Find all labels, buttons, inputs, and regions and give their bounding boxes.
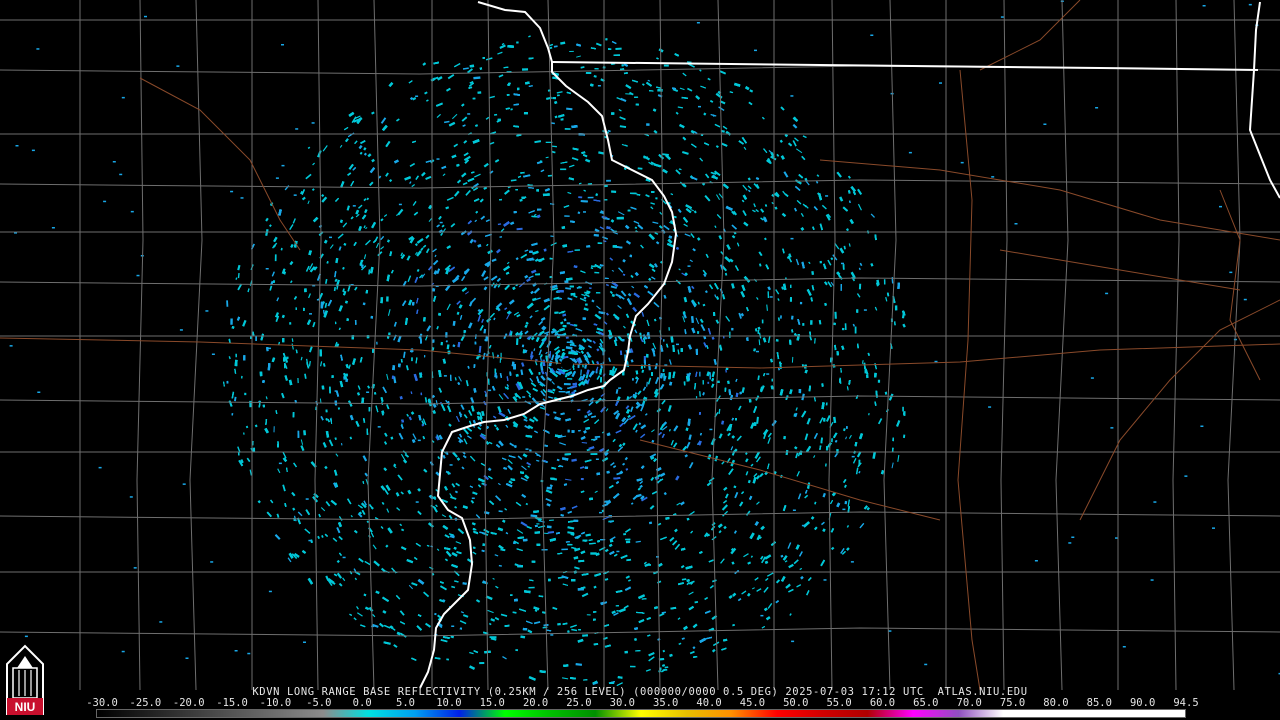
- scale-label: -25.0: [129, 697, 162, 709]
- scale-label: 35.0: [653, 697, 679, 709]
- scale-label: 15.0: [479, 697, 505, 709]
- product-resolution: (0.25KM / 256 LEVEL): [487, 686, 627, 698]
- scale-label: -20.0: [172, 697, 205, 709]
- scale-label: 30.0: [609, 697, 635, 709]
- color-scale-bar: [96, 709, 1186, 718]
- radar-site-marker: [561, 358, 573, 370]
- scale-label: 60.0: [869, 697, 896, 709]
- scale-label: 85.0: [1086, 697, 1112, 709]
- scale-label: -10.0: [259, 697, 292, 709]
- scale-label: 94.5: [1173, 697, 1199, 709]
- scale-label: 5.0: [396, 697, 415, 709]
- logo-text: NIU: [15, 700, 36, 714]
- scale-label: 10.0: [436, 697, 462, 709]
- scale-label: 50.0: [783, 697, 809, 709]
- scale-label: 45.0: [739, 697, 766, 709]
- map-background: [0, 0, 1280, 720]
- scale-label: 80.0: [1043, 697, 1069, 709]
- scale-label: 0.0: [352, 697, 372, 709]
- scale-label: -5.0: [306, 697, 332, 709]
- scale-label: 65.0: [913, 697, 939, 709]
- niu-logo: NIU: [6, 644, 44, 715]
- scale-label: 75.0: [999, 697, 1026, 709]
- scale-label: 55.0: [826, 697, 852, 709]
- scale-label: 90.0: [1129, 697, 1156, 709]
- scale-label: 25.0: [566, 697, 592, 709]
- scale-label: -30.0: [86, 697, 118, 709]
- scale-label: 20.0: [522, 697, 549, 709]
- radar-map: [0, 0, 1280, 720]
- scale-label: -15.0: [216, 697, 248, 709]
- scale-label: 40.0: [696, 697, 722, 709]
- scale-label: 70.0: [956, 697, 982, 709]
